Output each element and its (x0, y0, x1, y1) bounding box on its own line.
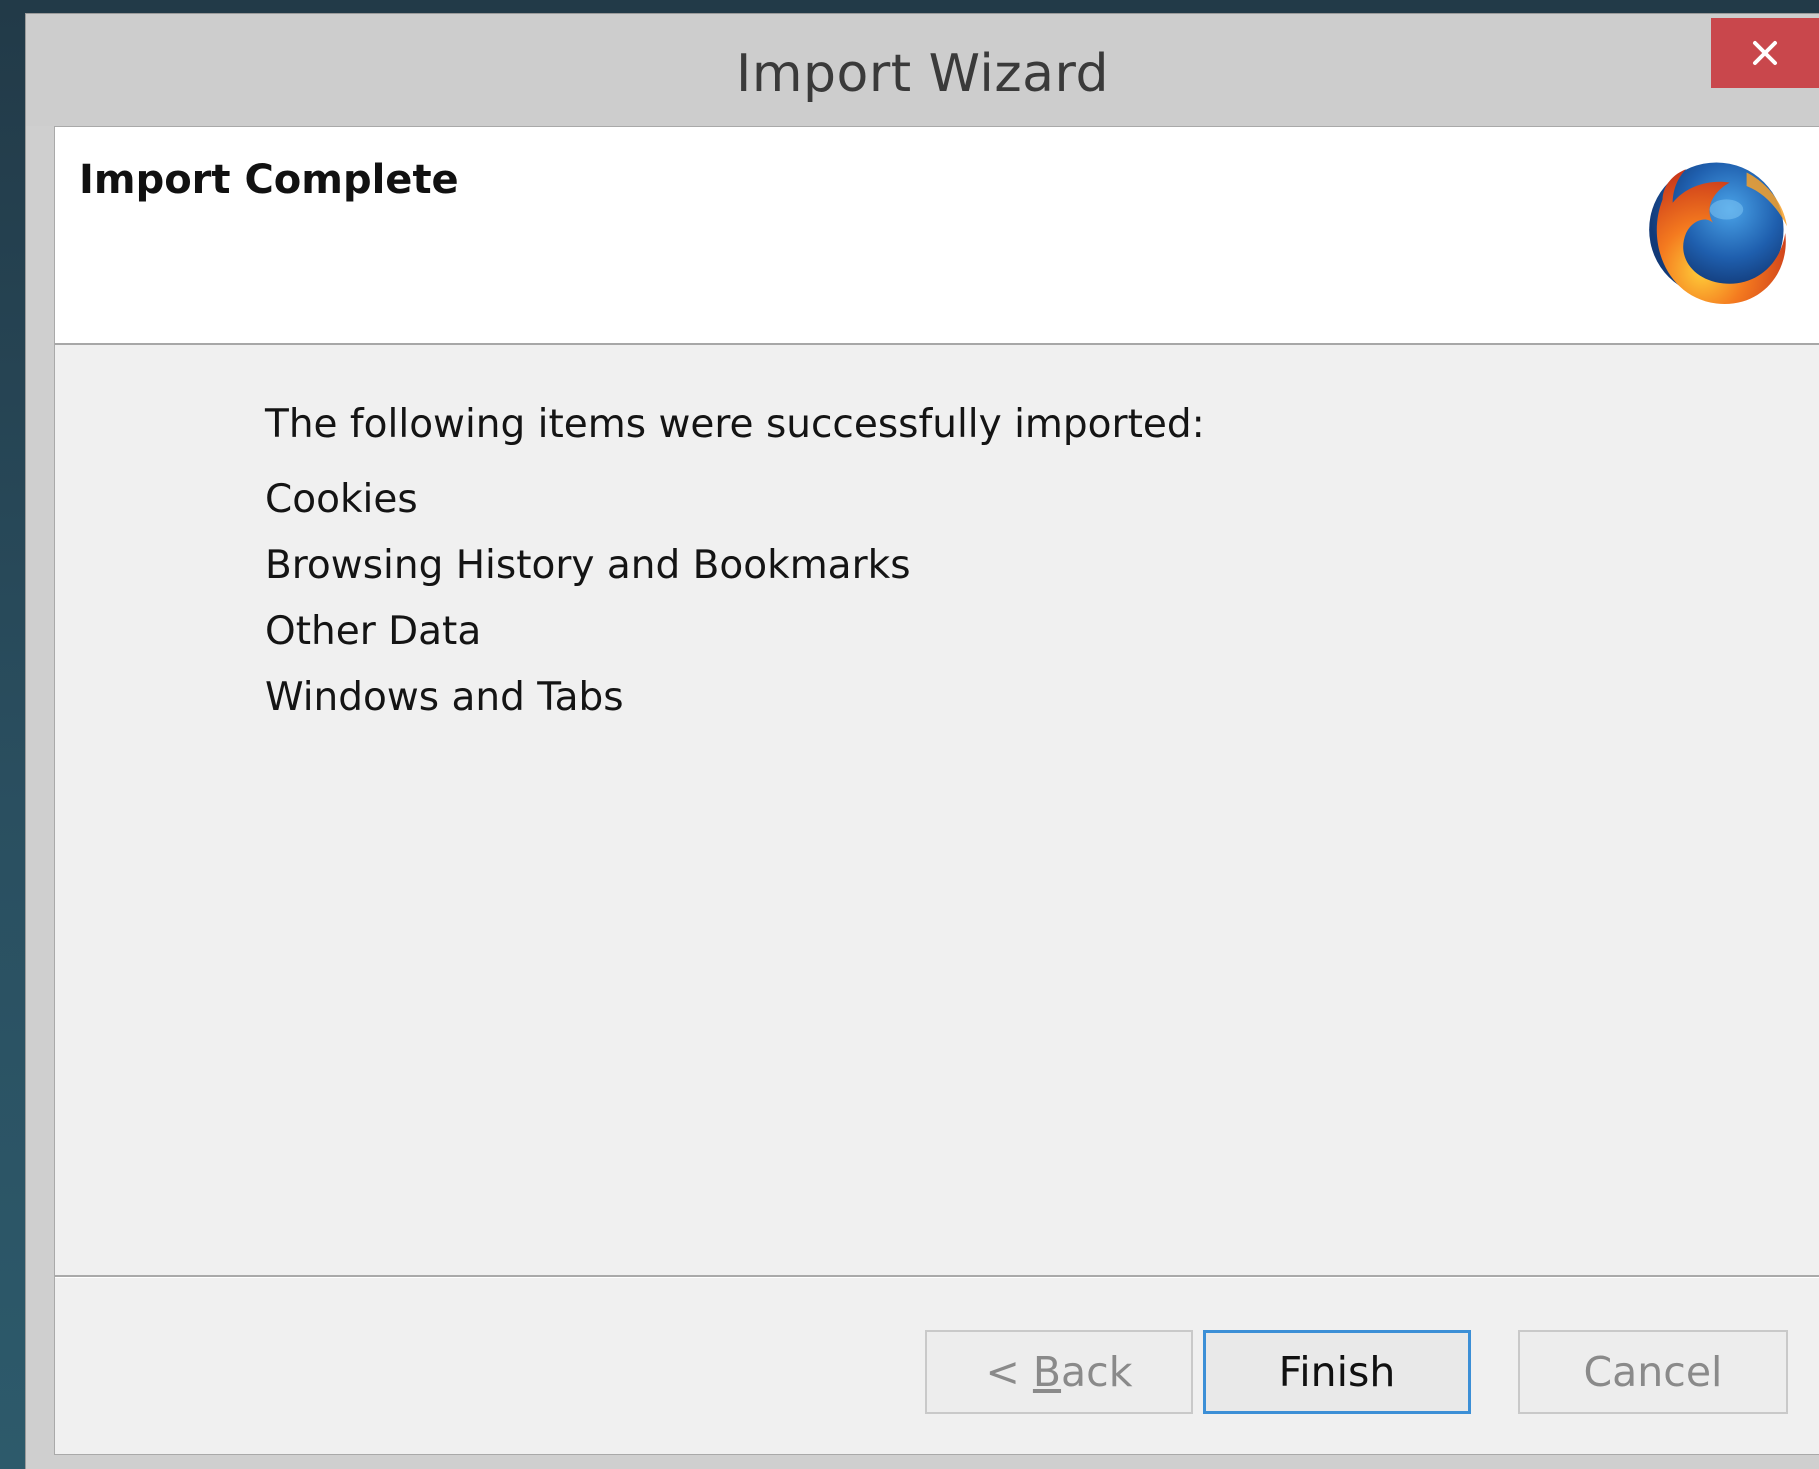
back-button[interactable]: < Back (925, 1330, 1193, 1414)
wizard-page: Import Complete The following items were… (54, 126, 1819, 1455)
list-item: Cookies (265, 477, 418, 522)
finish-button[interactable]: Finish (1203, 1330, 1471, 1414)
back-button-prefix: < (985, 1348, 1033, 1396)
title-bar[interactable]: Import Wizard (26, 14, 1819, 126)
intro-text: The following items were successfully im… (265, 402, 1205, 447)
cancel-button-label: Cancel (1583, 1348, 1723, 1396)
import-wizard-window: Import Wizard Import Complete The follow… (26, 14, 1819, 1469)
list-item: Windows and Tabs (265, 675, 624, 720)
wizard-header: Import Complete (55, 127, 1819, 345)
page-title: Import Complete (79, 157, 459, 203)
window-title: Import Wizard (736, 44, 1109, 104)
close-button[interactable] (1711, 18, 1819, 88)
firefox-logo-icon (1649, 162, 1787, 305)
cancel-button[interactable]: Cancel (1518, 1330, 1788, 1414)
finish-button-label: Finish (1278, 1348, 1396, 1396)
imported-items-list: Cookies Browsing History and Bookmarks O… (265, 467, 1205, 731)
back-button-label: ack (1061, 1348, 1133, 1396)
import-results: The following items were successfully im… (265, 402, 1205, 731)
list-item: Other Data (265, 609, 482, 654)
footer-divider (55, 1275, 1819, 1278)
back-button-access-key: B (1032, 1348, 1062, 1396)
list-item: Browsing History and Bookmarks (265, 543, 911, 588)
close-icon (1753, 41, 1777, 65)
